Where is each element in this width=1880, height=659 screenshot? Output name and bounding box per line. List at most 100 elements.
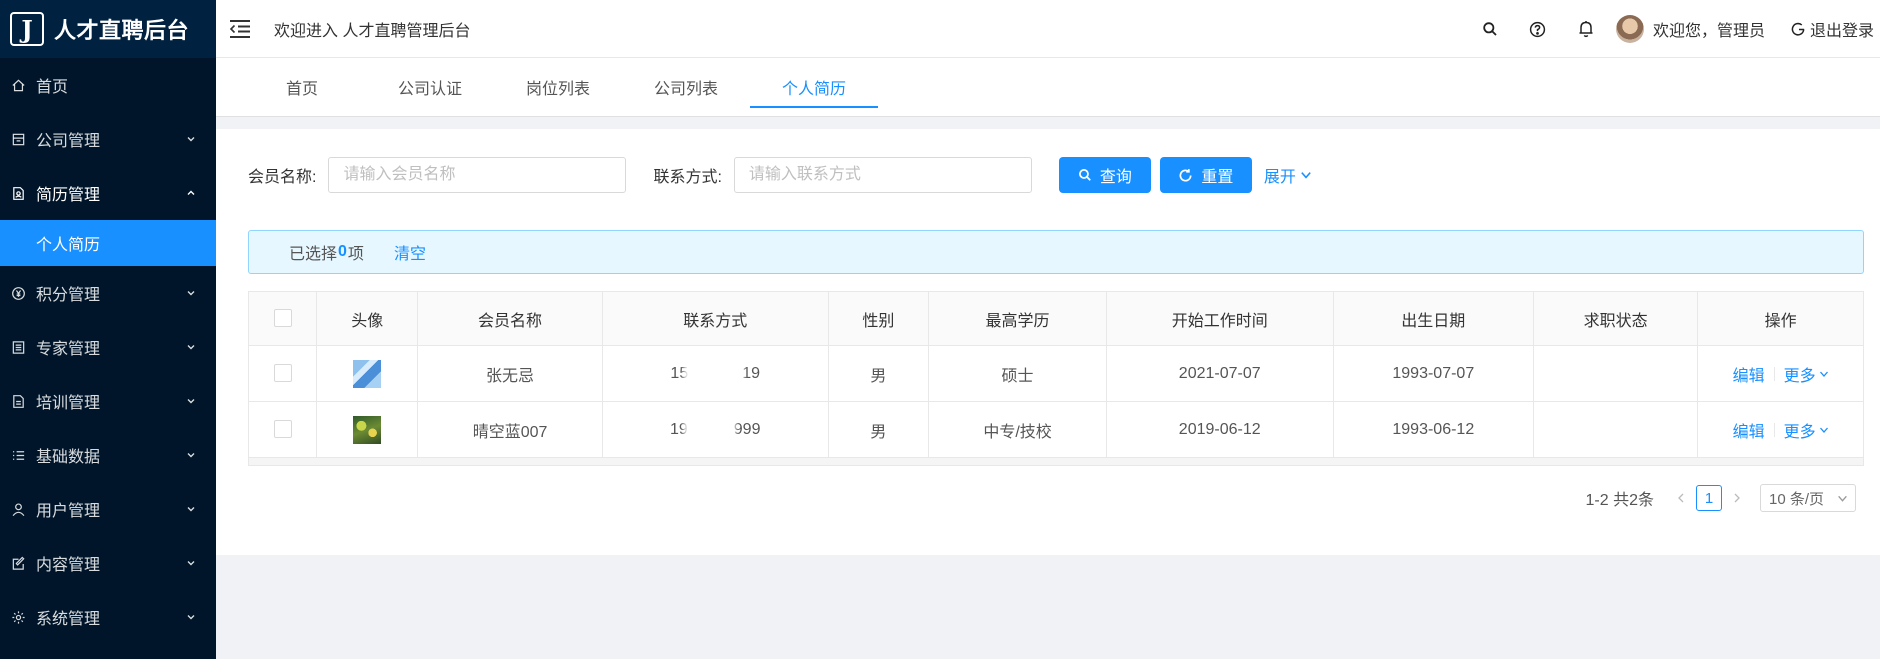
contact-label: 联系方式: xyxy=(653,169,722,186)
search-button[interactable] xyxy=(1466,0,1514,58)
row-actions: 编辑 更多 xyxy=(1733,362,1829,386)
sidebar-item-home[interactable]: 首页 xyxy=(0,58,216,112)
logout-label: 退出登录 xyxy=(1809,23,1874,40)
query-button[interactable]: 查询 xyxy=(1058,157,1151,193)
member-name-input[interactable] xyxy=(328,157,627,193)
column-header[interactable]: 操作 xyxy=(1697,291,1864,346)
column-header[interactable]: 开始工作时间 xyxy=(1106,291,1334,346)
search-icon xyxy=(1078,169,1091,181)
sidebar-subitem-personal-resume[interactable]: 个人简历 xyxy=(0,220,216,266)
list-doc-icon xyxy=(10,339,26,355)
table-scroll-bar[interactable] xyxy=(248,457,1864,466)
member-name-cell: 张无忌 xyxy=(417,345,603,402)
more-dropdown[interactable]: 更多 xyxy=(1784,362,1829,386)
tab-job-list[interactable]: 岗位列表 xyxy=(494,58,622,116)
row-select-cell xyxy=(247,401,318,458)
column-header[interactable]: 性别 xyxy=(828,291,930,346)
sidebar-item-label: 简历管理 xyxy=(36,187,101,204)
avatar-cell xyxy=(316,401,419,458)
row-checkbox[interactable] xyxy=(273,420,292,439)
help-button[interactable] xyxy=(1514,0,1562,58)
sidebar-item-training[interactable]: 培训管理 xyxy=(0,374,216,428)
sidebar-item-points[interactable]: 积分管理 xyxy=(0,266,216,320)
gender-cell: 男 xyxy=(828,345,930,402)
more-label: 更多 xyxy=(1783,423,1816,441)
sidebar-item-label: 公司管理 xyxy=(36,133,101,150)
row-checkbox[interactable] xyxy=(273,364,292,383)
chevron-down-icon xyxy=(1819,371,1828,377)
user-menu[interactable]: 欢迎您，管理员 xyxy=(1615,15,1765,43)
more-dropdown[interactable]: 更多 xyxy=(1784,418,1829,442)
gear-icon xyxy=(10,609,26,625)
contact-cell: 15 19 xyxy=(602,345,829,402)
select-all-cell xyxy=(247,291,318,346)
birth-date-cell: 1993-07-07 xyxy=(1333,345,1534,402)
chevron-down-icon xyxy=(187,137,195,142)
building-icon xyxy=(10,131,26,147)
sidebar-item-resume[interactable]: 简历管理 xyxy=(0,166,216,220)
tab-company-certification[interactable]: 公司认证 xyxy=(366,58,494,116)
chevron-down-icon xyxy=(1301,172,1311,179)
notification-button[interactable] xyxy=(1562,0,1610,58)
chevron-right-icon xyxy=(1734,493,1740,503)
tab-home[interactable]: 首页 xyxy=(238,58,366,116)
top-header: 欢迎进入 人才直聘管理后台 欢迎您，管理员 退出登录 xyxy=(216,0,1880,58)
avatar-thumbnail xyxy=(353,415,382,444)
sidebar-menu: 首页 公司管理 简历管理 个人简历 积分管理 专家管理 培训管理 基础数据 用户… xyxy=(0,58,216,644)
start-work-cell: 2019-06-12 xyxy=(1106,401,1334,458)
logo[interactable]: J 人才直聘后台 xyxy=(0,0,216,58)
column-header[interactable]: 出生日期 xyxy=(1333,291,1534,346)
column-header[interactable]: 求职状态 xyxy=(1533,291,1699,346)
search-form: 会员名称: 联系方式: 查询 重置 展开 xyxy=(248,157,1312,193)
resume-icon xyxy=(10,185,26,201)
column-header[interactable]: 头像 xyxy=(316,291,419,346)
member-name-cell: 晴空蓝007 xyxy=(417,401,603,458)
logout-button[interactable]: 退出登录 xyxy=(1791,17,1874,41)
column-header[interactable]: 会员名称 xyxy=(417,291,603,346)
reset-button[interactable]: 重置 xyxy=(1159,157,1252,193)
content-card: 会员名称: 联系方式: 查询 重置 展开 已选择 0 项 清空 头像 xyxy=(216,129,1880,555)
clear-selection-link[interactable]: 清空 xyxy=(394,240,426,264)
header-actions: 欢迎您，管理员 退出登录 xyxy=(1466,0,1880,58)
next-page-button[interactable] xyxy=(1726,493,1748,503)
birth-date-cell: 1993-06-12 xyxy=(1333,401,1534,458)
sidebar-item-system[interactable]: 系统管理 xyxy=(0,590,216,644)
logo-mark: J xyxy=(10,12,44,46)
resume-table: 头像 会员名称 联系方式 性别 最高学历 开始工作时间 出生日期 求职状态 操作… xyxy=(247,291,1864,466)
column-header[interactable]: 最高学历 xyxy=(928,291,1107,346)
column-header[interactable]: 联系方式 xyxy=(602,291,829,346)
user-icon xyxy=(10,501,26,517)
tab-personal-resume[interactable]: 个人简历 xyxy=(750,58,878,116)
page-size-select[interactable]: 10 条/页 xyxy=(1760,484,1856,512)
chevron-down-icon xyxy=(187,345,195,350)
row-actions: 编辑 更多 xyxy=(1733,418,1829,442)
redaction-blur xyxy=(684,360,745,387)
sidebar-item-content[interactable]: 内容管理 xyxy=(0,536,216,590)
avatar-thumbnail xyxy=(353,359,382,388)
edit-link[interactable]: 编辑 xyxy=(1733,418,1765,442)
edit-link[interactable]: 编辑 xyxy=(1733,362,1765,386)
prev-page-button[interactable] xyxy=(1670,493,1692,503)
tab-company-list[interactable]: 公司列表 xyxy=(622,58,750,116)
select-all-checkbox[interactable] xyxy=(273,309,292,328)
page-number-button[interactable]: 1 xyxy=(1696,485,1722,511)
phone-masked: 19 999 xyxy=(670,416,760,443)
contact-input[interactable] xyxy=(733,157,1032,193)
user-greeting: 欢迎您，管理员 xyxy=(1652,23,1765,40)
divider xyxy=(1773,422,1775,437)
sidebar-item-label: 基础数据 xyxy=(36,449,101,466)
sidebar-item-company[interactable]: 公司管理 xyxy=(0,112,216,166)
contact-cell: 19 999 xyxy=(602,401,829,458)
file-icon xyxy=(10,393,26,409)
sidebar-item-users[interactable]: 用户管理 xyxy=(0,482,216,536)
sidebar-item-basic-data[interactable]: 基础数据 xyxy=(0,428,216,482)
yen-icon xyxy=(10,285,26,301)
row-select-cell xyxy=(247,345,318,402)
help-icon xyxy=(1530,21,1546,37)
sidebar-item-label: 用户管理 xyxy=(36,503,101,520)
edit-icon xyxy=(10,555,26,571)
expand-link[interactable]: 展开 xyxy=(1264,163,1312,187)
app-title: 人才直聘后台 xyxy=(54,18,190,43)
menu-fold-button[interactable] xyxy=(226,15,254,43)
sidebar-item-experts[interactable]: 专家管理 xyxy=(0,320,216,374)
